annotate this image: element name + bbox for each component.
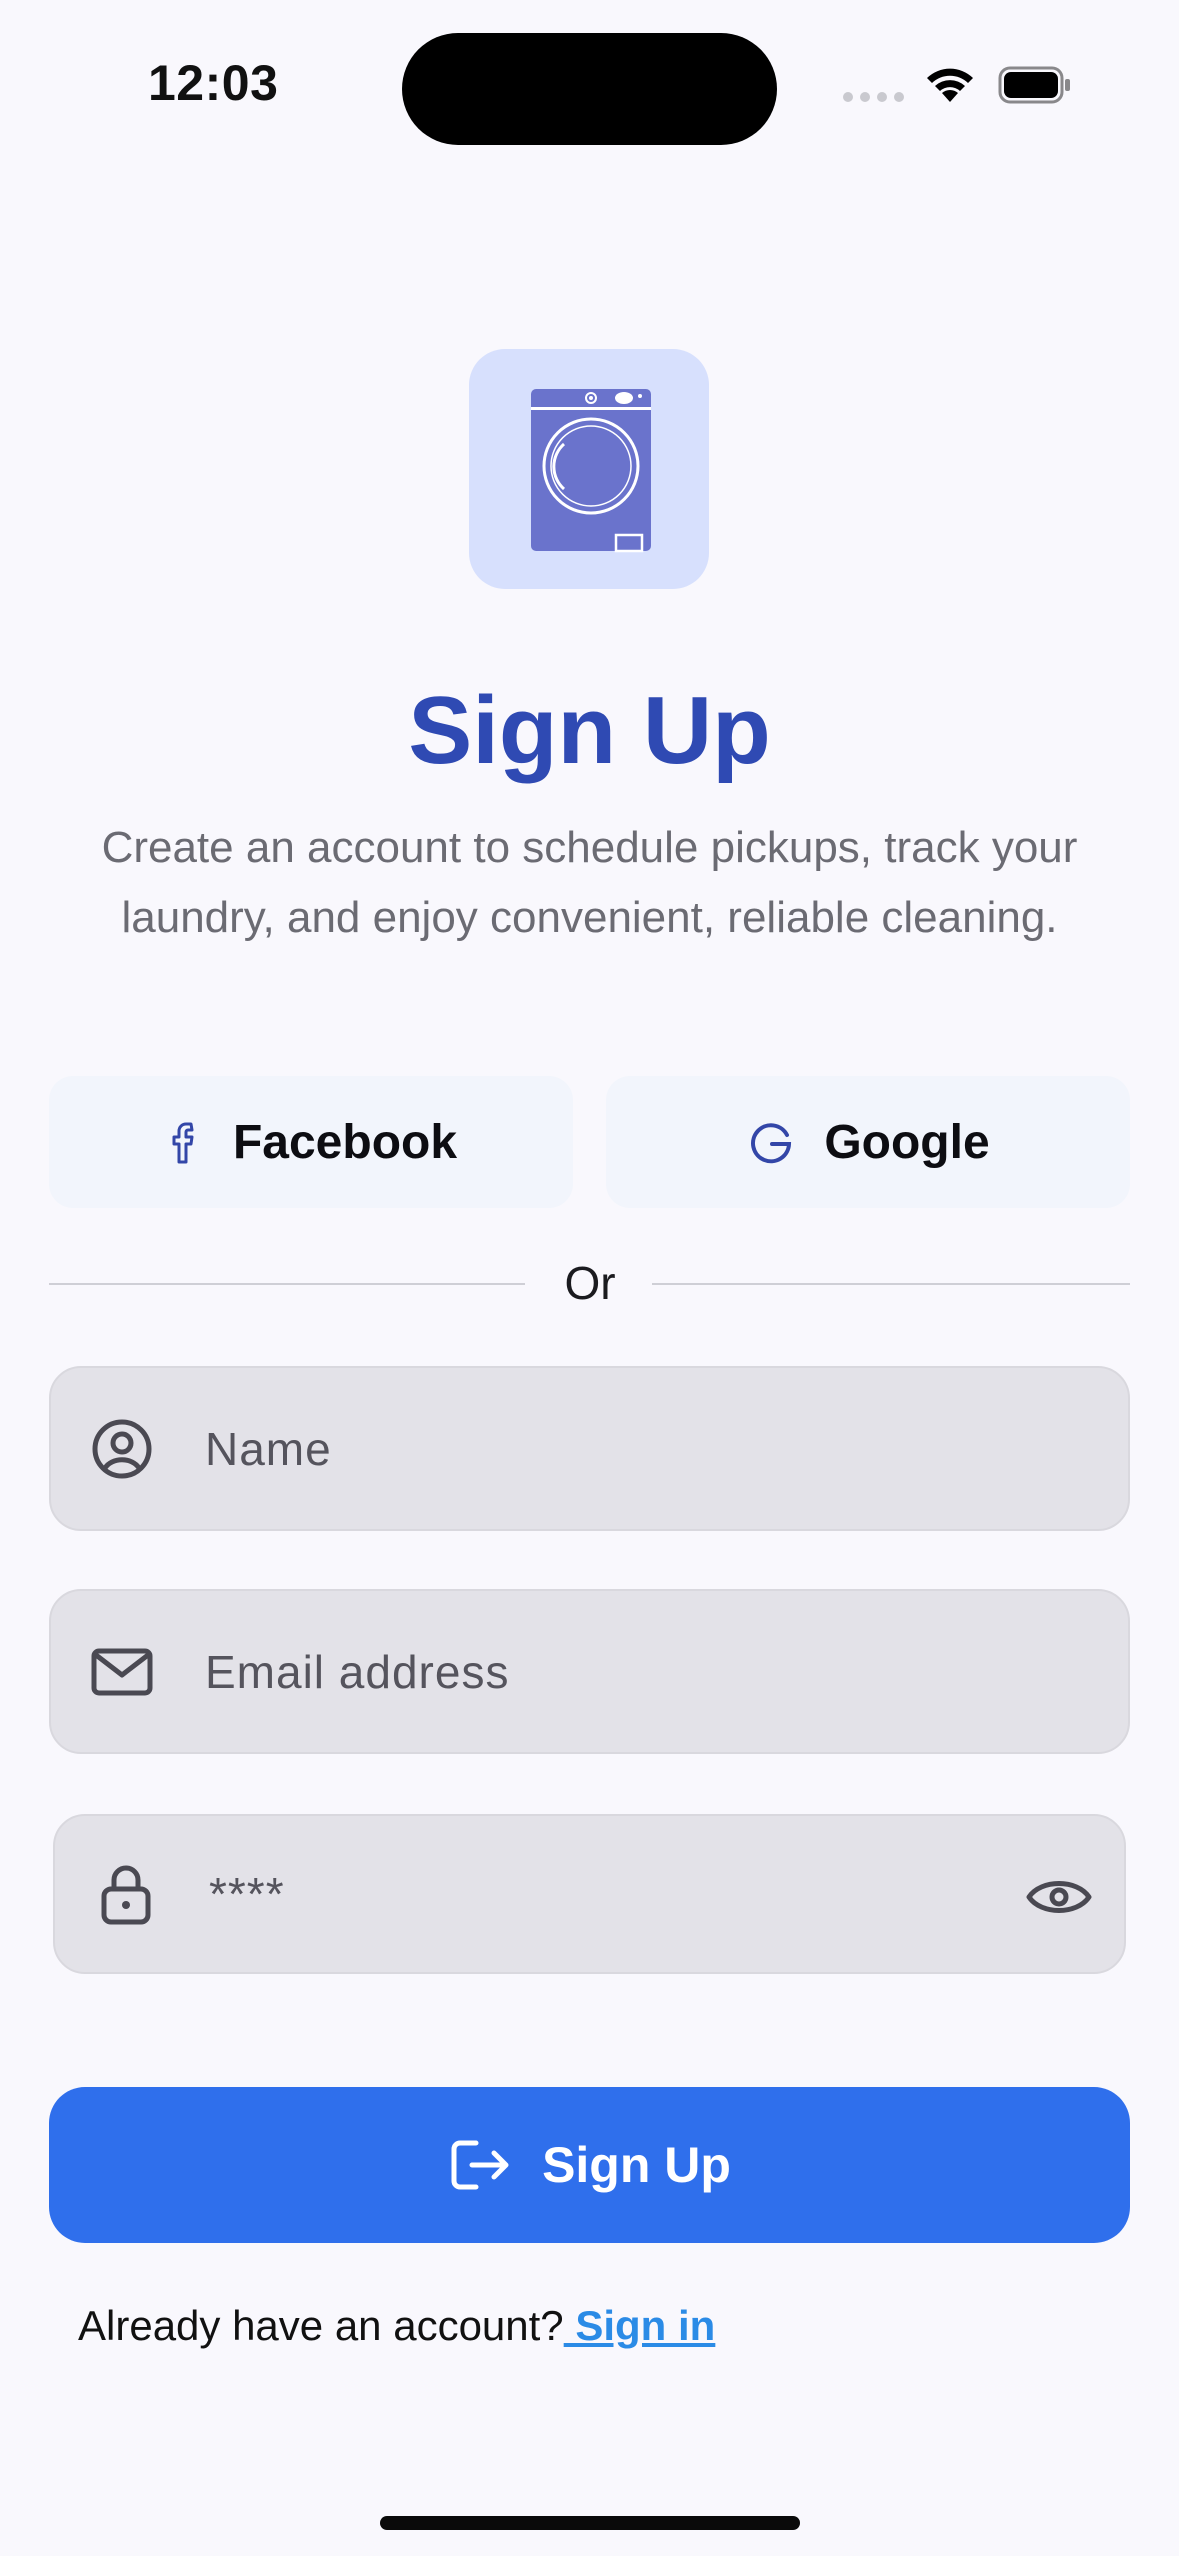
divider-right — [652, 1283, 1130, 1285]
email-placeholder: Email address — [205, 1645, 510, 1698]
google-label: Google — [824, 1115, 990, 1169]
eye-icon[interactable] — [1024, 1862, 1094, 1932]
app-logo — [469, 349, 709, 589]
sign-up-button[interactable]: Sign Up — [49, 2087, 1130, 2243]
google-signup-button[interactable]: Google — [606, 1076, 1130, 1208]
name-placeholder: Name — [205, 1422, 332, 1475]
email-field[interactable]: Email address — [49, 1589, 1130, 1754]
divider-left — [49, 1283, 525, 1285]
washing-machine-icon — [531, 389, 651, 553]
password-value: **** — [209, 1868, 285, 1920]
facebook-signup-button[interactable]: Facebook — [49, 1076, 573, 1208]
wifi-icon — [927, 68, 973, 102]
dynamic-island — [402, 33, 777, 145]
sign-in-icon — [451, 2140, 509, 2190]
cellular-signal-icon — [843, 92, 904, 102]
divider-label: Or — [564, 1257, 616, 1309]
lock-icon — [93, 1861, 159, 1927]
home-indicator[interactable] — [380, 2516, 800, 2530]
sign-in-prompt-text: Already have an account? — [78, 2302, 564, 2349]
sign-in-link[interactable]: Sign in — [564, 2302, 715, 2349]
google-icon — [751, 1123, 792, 1164]
sign-in-prompt: Already have an account? Sign in — [78, 2302, 715, 2350]
password-field[interactable]: **** — [53, 1814, 1126, 1974]
mail-icon — [89, 1639, 155, 1705]
facebook-icon — [172, 1122, 194, 1164]
sign-up-label: Sign Up — [542, 2137, 731, 2193]
battery-icon — [998, 66, 1070, 104]
user-icon — [89, 1416, 155, 1482]
status-time: 12:03 — [148, 55, 279, 111]
page-title: Sign Up — [408, 677, 771, 784]
name-field[interactable]: Name — [49, 1366, 1130, 1531]
facebook-label: Facebook — [232, 1115, 458, 1169]
page-subtitle: Create an account to schedule pickups, t… — [101, 823, 1078, 942]
